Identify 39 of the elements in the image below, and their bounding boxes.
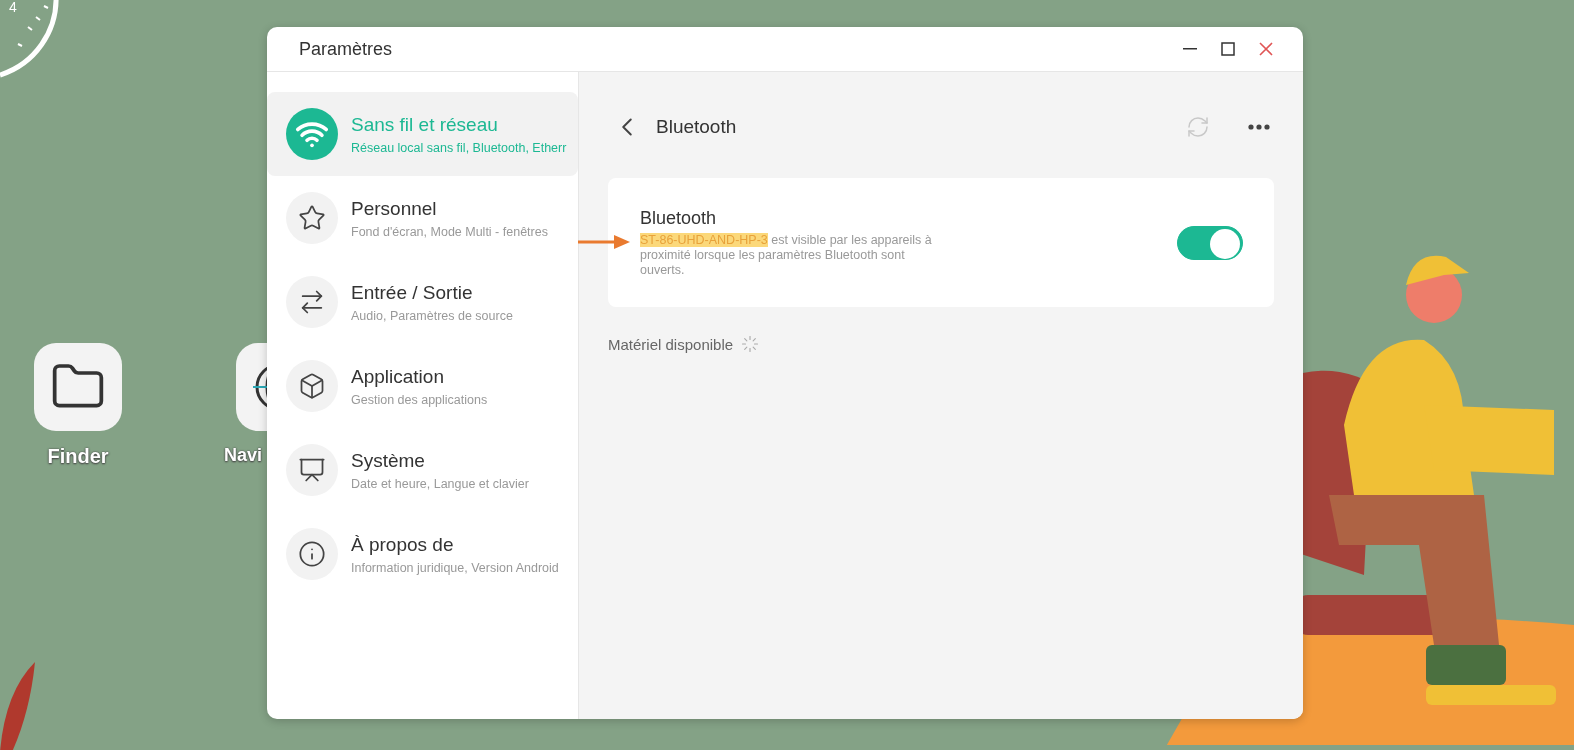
item-subtitle: Fond d'écran, Mode Multi - fenêtres [351,224,548,239]
close-icon [1259,42,1273,56]
item-title: À propos de [351,533,455,556]
item-subtitle: Date et heure, Langue et clavier [351,476,529,491]
star-icon [298,204,326,232]
item-subtitle: Gestion des applications [351,392,488,407]
item-subtitle: Réseau local sans fil, Bluetooth, Etherr [351,140,567,155]
screen-icon [298,456,326,484]
app-label: Finder [47,445,109,468]
item-subtitle: Information juridique, Version Android [351,560,559,575]
arrow-annotation-icon [578,235,630,249]
app-icon[interactable] [34,343,122,431]
sidebar-item[interactable]: Application Gestion des applications [267,344,578,428]
item-title: Sans fil et réseau [351,113,499,136]
sidebar-item[interactable]: À propos de Information juridique, Version Android [267,512,578,596]
minimize-icon [1183,48,1197,50]
bluetooth-description: ST-86-UHD-AND-HP-3 est visible par les appareils à proximité lorsque les paramètres Bluetooth sont ouverts. [640,232,933,278]
loading-spinner-icon [741,335,760,353]
item-title: Application [351,365,445,388]
clock-numeral: 4 [9,0,17,14]
cube-icon [298,372,326,400]
app-label: Navi [224,445,263,466]
available-devices-label: Matériel disponible [608,335,734,353]
sidebar-item[interactable]: Personnel Fond d'écran, Mode Multi - fenêtres [267,176,578,260]
item-title: Personnel [351,197,438,220]
app-icon[interactable] [236,343,267,431]
page-title: Bluetooth [656,116,738,138]
item-title: Entrée / Sortie [351,281,474,304]
sidebar-item[interactable]: Entrée / Sortie Audio, Paramètres de source [267,260,578,344]
refresh-icon [1186,115,1210,139]
sidebar-item[interactable]: Système Date et heure, Langue et clavier [267,428,578,512]
info-icon [298,540,326,568]
item-subtitle: Audio, Paramètres de source [351,308,513,323]
maximize-icon [1221,42,1235,56]
more-icon [1248,124,1270,130]
window-title: Paramètres [299,38,394,60]
bluetooth-toggle[interactable] [1177,225,1243,260]
item-title: Système [351,449,426,472]
bluetooth-label: Bluetooth [640,207,718,229]
